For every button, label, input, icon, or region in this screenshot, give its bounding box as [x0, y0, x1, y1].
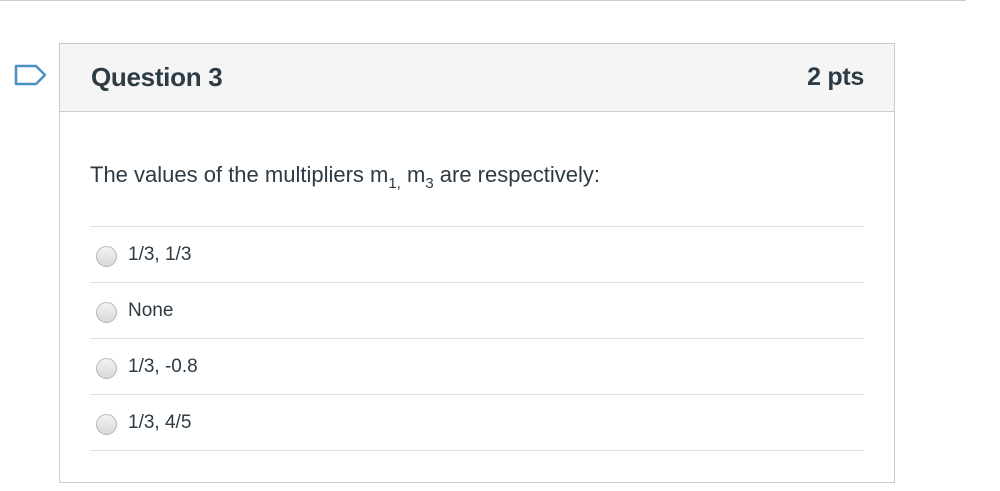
- answer-list: 1/3, 1/3 None 1/3, -0.8 1/3, 4/5: [90, 226, 864, 451]
- answer-label[interactable]: None: [128, 300, 173, 322]
- flag-question-icon[interactable]: [14, 64, 48, 86]
- question-text-part-3: are respectively:: [433, 162, 600, 187]
- radio-button[interactable]: [96, 358, 117, 379]
- answer-label[interactable]: 1/3, 4/5: [128, 412, 191, 434]
- radio-button[interactable]: [96, 246, 117, 267]
- answer-option-3[interactable]: 1/3, -0.8: [90, 339, 864, 395]
- question-subscript-2: 3: [425, 175, 434, 192]
- question-text-part-2: m: [400, 162, 426, 187]
- answer-label[interactable]: 1/3, 1/3: [128, 244, 191, 266]
- radio-button[interactable]: [96, 414, 117, 435]
- question-text: The values of the multipliers m1, m3 are…: [90, 162, 864, 196]
- question-card: Question 3 2 pts The values of the multi…: [59, 43, 895, 483]
- answer-label[interactable]: 1/3, -0.8: [128, 356, 198, 378]
- question-text-part-1: The values of the multipliers m: [90, 162, 389, 187]
- answer-option-2[interactable]: None: [90, 283, 864, 339]
- answer-option-1[interactable]: 1/3, 1/3: [90, 227, 864, 283]
- answer-option-4[interactable]: 1/3, 4/5: [90, 395, 864, 451]
- question-title: Question 3: [91, 62, 223, 92]
- question-body: The values of the multipliers m1, m3 are…: [60, 162, 894, 451]
- question-header: Question 3 2 pts: [60, 44, 894, 112]
- top-divider: [0, 0, 966, 1]
- question-subscript-1: 1,: [388, 175, 401, 192]
- radio-button[interactable]: [96, 302, 117, 323]
- question-points: 2 pts: [807, 63, 864, 91]
